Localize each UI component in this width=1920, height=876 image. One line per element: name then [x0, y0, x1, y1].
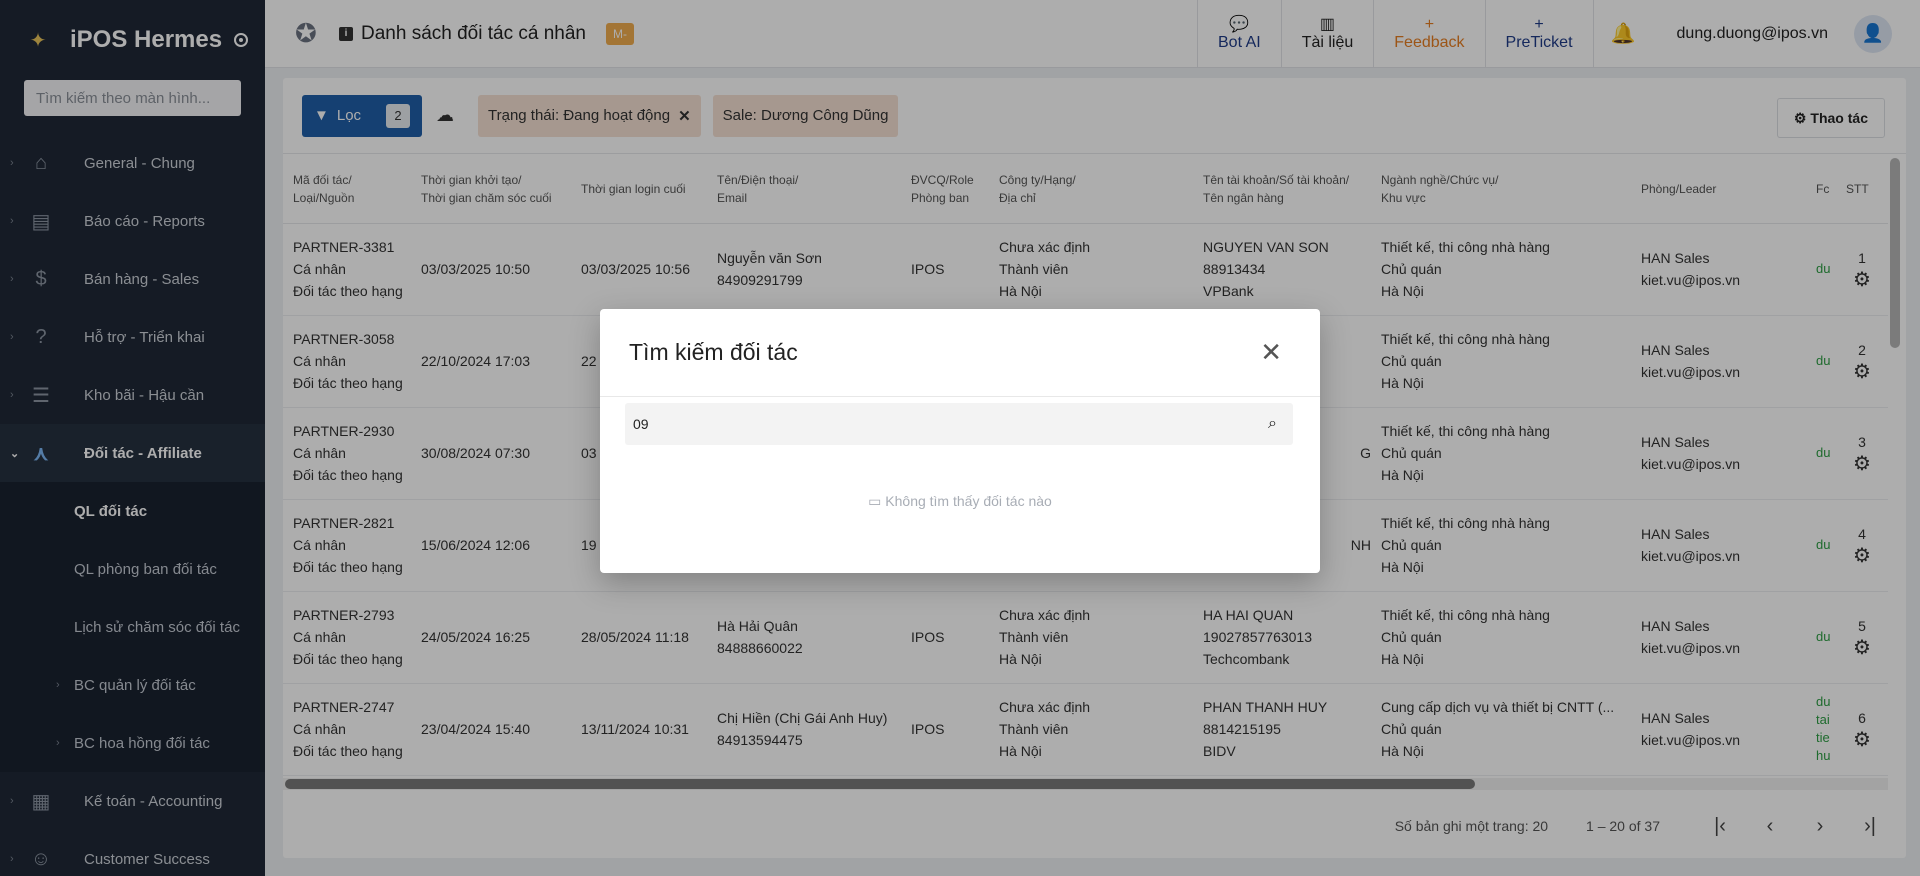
search-value: 09	[633, 416, 649, 432]
search-icon[interactable]: ⌕	[1268, 415, 1277, 433]
empty-text: Không tìm thấy đối tác nào	[885, 493, 1052, 509]
empty-box-icon: ▭	[868, 493, 882, 509]
dialog-title: Tìm kiếm đối tác	[629, 339, 798, 365]
partner-search-input[interactable]: 09 ⌕	[625, 403, 1293, 445]
dialog-header: Tìm kiếm đối tác	[600, 309, 1320, 397]
search-partner-dialog: Tìm kiếm đối tác ✕ 09 ⌕ ▭ Không tìm thấy…	[600, 309, 1320, 573]
empty-state: ▭ Không tìm thấy đối tác nào	[600, 493, 1320, 510]
close-icon[interactable]: ✕	[1260, 339, 1282, 365]
